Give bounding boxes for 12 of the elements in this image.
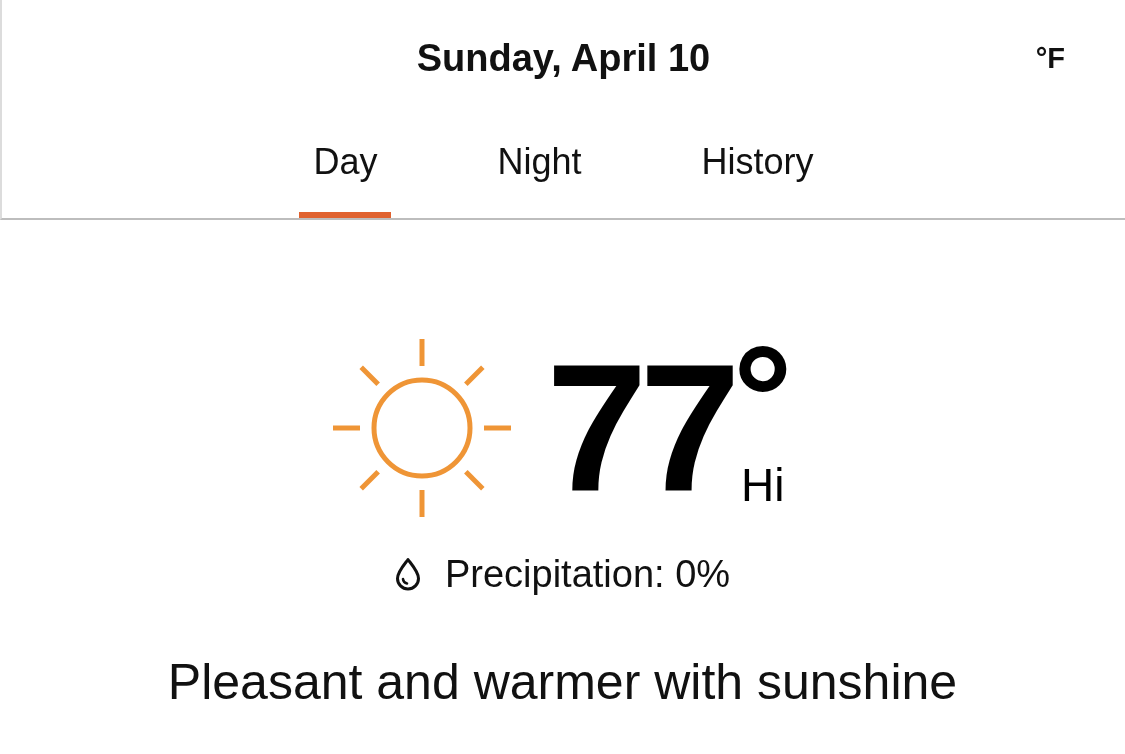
tab[interactable]: Night <box>483 118 596 218</box>
degree-sign: ° <box>732 348 793 418</box>
forecast-summary: Pleasant and warmer with sunshine <box>167 653 958 712</box>
tab[interactable]: History <box>687 118 828 218</box>
high-label: Hi <box>741 462 785 508</box>
date-title: Sunday, April 10 <box>416 36 711 81</box>
precipitation-text: Precipitation: 0% <box>444 552 731 596</box>
water-drop-icon <box>394 557 421 591</box>
tab[interactable]: Day <box>299 118 392 218</box>
unit-toggle[interactable]: °F <box>1035 40 1065 76</box>
temperature-value: 77 <box>546 348 733 508</box>
sun-icon <box>332 338 513 518</box>
